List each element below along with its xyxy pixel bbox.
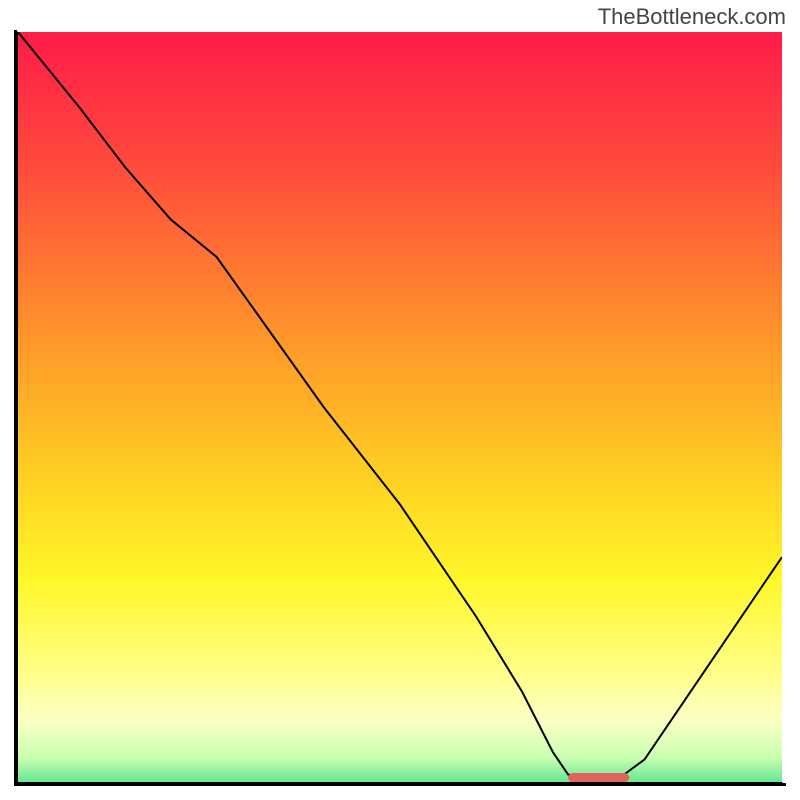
bottleneck-chart: [16, 30, 784, 784]
curve-layer: [18, 32, 782, 782]
watermark-text: TheBottleneck.com: [598, 4, 786, 30]
optimal-marker: [568, 773, 629, 782]
bottleneck-curve-path: [18, 32, 782, 782]
